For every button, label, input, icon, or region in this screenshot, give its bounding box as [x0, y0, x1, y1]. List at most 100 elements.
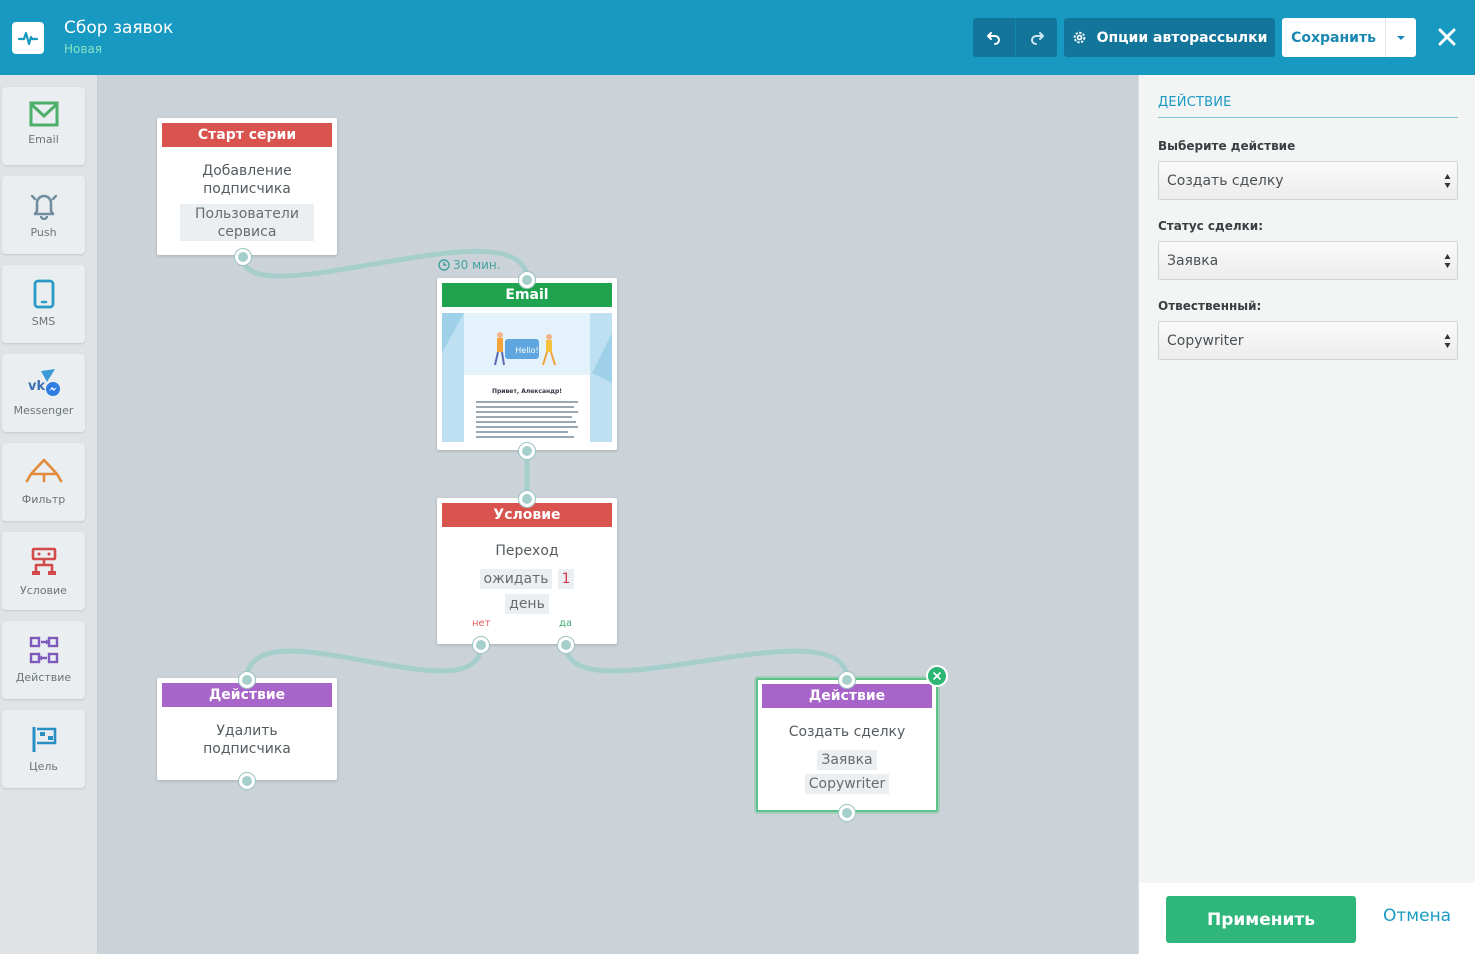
- save-dropdown-button[interactable]: [1385, 18, 1416, 57]
- branch-yes-label: да: [559, 618, 573, 629]
- cancel-button[interactable]: Отмена: [1383, 906, 1451, 926]
- tool-label: Email: [28, 133, 59, 146]
- apply-button[interactable]: Применить: [1166, 896, 1356, 943]
- port-delete-out[interactable]: [239, 773, 255, 789]
- deal-owner-row: Copywriter: [758, 773, 936, 794]
- preview-heading: Привет, Александр!: [492, 388, 562, 395]
- port-condition-in[interactable]: [519, 491, 535, 507]
- tool-label: Push: [30, 226, 57, 239]
- tool-email[interactable]: Email: [2, 87, 85, 165]
- flag-icon: [32, 727, 56, 752]
- tool-label: Действие: [15, 671, 72, 684]
- status-badge: Новая: [64, 42, 103, 56]
- node-condition[interactable]: Условие Переход ожидать 1 день: [437, 498, 617, 644]
- port-condition-no[interactable]: [473, 637, 489, 653]
- properties-panel: ДЕЙСТВИЕ Выберите действие Создать сделк…: [1138, 75, 1475, 954]
- node-title: Создать сделку: [788, 724, 906, 740]
- mailing-options-button[interactable]: Опции авторассылки: [1064, 18, 1275, 57]
- port-delete-in[interactable]: [239, 672, 255, 688]
- node-action-deal[interactable]: Действие Создать сделку Заявка Copywrite…: [756, 678, 938, 812]
- port-start-out[interactable]: [235, 249, 251, 265]
- close-icon: [1438, 28, 1456, 46]
- caret-down-icon: [1397, 35, 1405, 40]
- tool-filter[interactable]: Фильтр: [2, 443, 85, 521]
- filter-icon: [25, 458, 62, 483]
- wait-value-chip: 1: [557, 569, 575, 589]
- phone-icon: [33, 279, 54, 309]
- undo-button[interactable]: [973, 18, 1015, 57]
- deal-status-row: Заявка: [758, 749, 936, 770]
- close-icon: [933, 672, 941, 680]
- tool-messenger[interactable]: vk Messenger: [2, 354, 85, 432]
- save-button[interactable]: Сохранить: [1282, 18, 1385, 57]
- delay-label[interactable]: 30 мин.: [438, 258, 501, 272]
- action-icon: [29, 636, 58, 664]
- mailing-options-label: Опции авторассылки: [1096, 29, 1268, 46]
- owner-select-value: Copywriter: [1167, 332, 1244, 349]
- port-deal-in[interactable]: [839, 672, 855, 688]
- select-arrows-icon: [1444, 173, 1451, 189]
- tool-condition[interactable]: Условие: [2, 532, 85, 610]
- gear-icon: [1073, 31, 1085, 44]
- undo-icon: [987, 31, 1000, 45]
- preview-bubble: Hello!: [515, 346, 538, 355]
- tool-label: SMS: [31, 315, 56, 328]
- bell-icon: [30, 194, 57, 220]
- top-bar: Сбор заявок Новая Опции авторассылки Сох…: [0, 0, 1475, 75]
- page-title: Сбор заявок: [64, 18, 174, 38]
- status-field-label: Статус сделки:: [1158, 219, 1264, 233]
- close-button[interactable]: [1432, 22, 1462, 52]
- panel-title: ДЕЙСТВИЕ: [1158, 95, 1232, 110]
- clock-icon: [438, 259, 450, 271]
- tool-label: Фильтр: [21, 493, 66, 506]
- condition-icon: [31, 547, 56, 575]
- panel-divider: [1158, 117, 1458, 118]
- delay-value: 30 мин.: [453, 258, 501, 272]
- redo-icon: [1030, 31, 1044, 45]
- owner-field-label: Отвественный:: [1158, 299, 1262, 313]
- app-logo[interactable]: [12, 22, 44, 54]
- status-select-value: Заявка: [1167, 252, 1219, 269]
- messenger-icon: vk: [28, 369, 60, 396]
- pulse-icon: [18, 31, 38, 46]
- email-preview-image: Hello! Привет, Александр!: [442, 313, 612, 442]
- node-title: Удалить подписчика: [203, 723, 291, 757]
- node-header: Старт серии: [162, 123, 332, 147]
- redo-button[interactable]: [1015, 18, 1057, 57]
- email-thumbnail: Hello! Привет, Александр!: [442, 313, 612, 442]
- panel-footer: Применить Отмена: [1139, 883, 1475, 954]
- tool-label: Условие: [20, 584, 67, 597]
- svg-text:vk: vk: [28, 379, 45, 394]
- branch-no-label: нет: [472, 618, 491, 629]
- node-email[interactable]: Email Hello! Привет, Александр!: [437, 278, 617, 450]
- action-select-value: Создать сделку: [1167, 172, 1284, 189]
- select-arrows-icon: [1444, 253, 1451, 269]
- tool-push[interactable]: Push: [2, 176, 85, 254]
- owner-select[interactable]: Copywriter: [1158, 321, 1458, 360]
- select-arrows-icon: [1444, 333, 1451, 349]
- port-deal-out[interactable]: [839, 805, 855, 821]
- action-select[interactable]: Создать сделку: [1158, 161, 1458, 200]
- action-field-label: Выберите действие: [1158, 139, 1296, 153]
- tool-label: Цель: [29, 760, 58, 773]
- deal-status-select[interactable]: Заявка: [1158, 241, 1458, 280]
- node-title: Добавление подписчика: [202, 163, 292, 197]
- port-email-out[interactable]: [519, 443, 535, 459]
- tool-sms[interactable]: SMS: [2, 265, 85, 343]
- node-title: Переход: [495, 543, 559, 559]
- port-condition-yes[interactable]: [558, 637, 574, 653]
- wait-label-chip: ожидать: [479, 569, 553, 589]
- deal-status-chip: Заявка: [817, 750, 877, 770]
- tool-action[interactable]: Действие: [2, 621, 85, 699]
- port-email-in[interactable]: [519, 272, 535, 288]
- node-chip: Пользователи сервиса: [180, 204, 314, 241]
- node-action-delete[interactable]: Действие Удалить подписчика: [157, 678, 337, 780]
- tool-goal[interactable]: Цель: [2, 710, 85, 788]
- remove-node-button[interactable]: [926, 665, 948, 687]
- unit-chip: день: [505, 594, 549, 614]
- unit-row: день: [437, 593, 617, 614]
- node-start[interactable]: Старт серии Добавление подписчика Пользо…: [157, 118, 337, 255]
- wait-row: ожидать 1: [437, 568, 617, 589]
- envelope-icon: [29, 101, 58, 127]
- tool-label: Messenger: [13, 404, 74, 417]
